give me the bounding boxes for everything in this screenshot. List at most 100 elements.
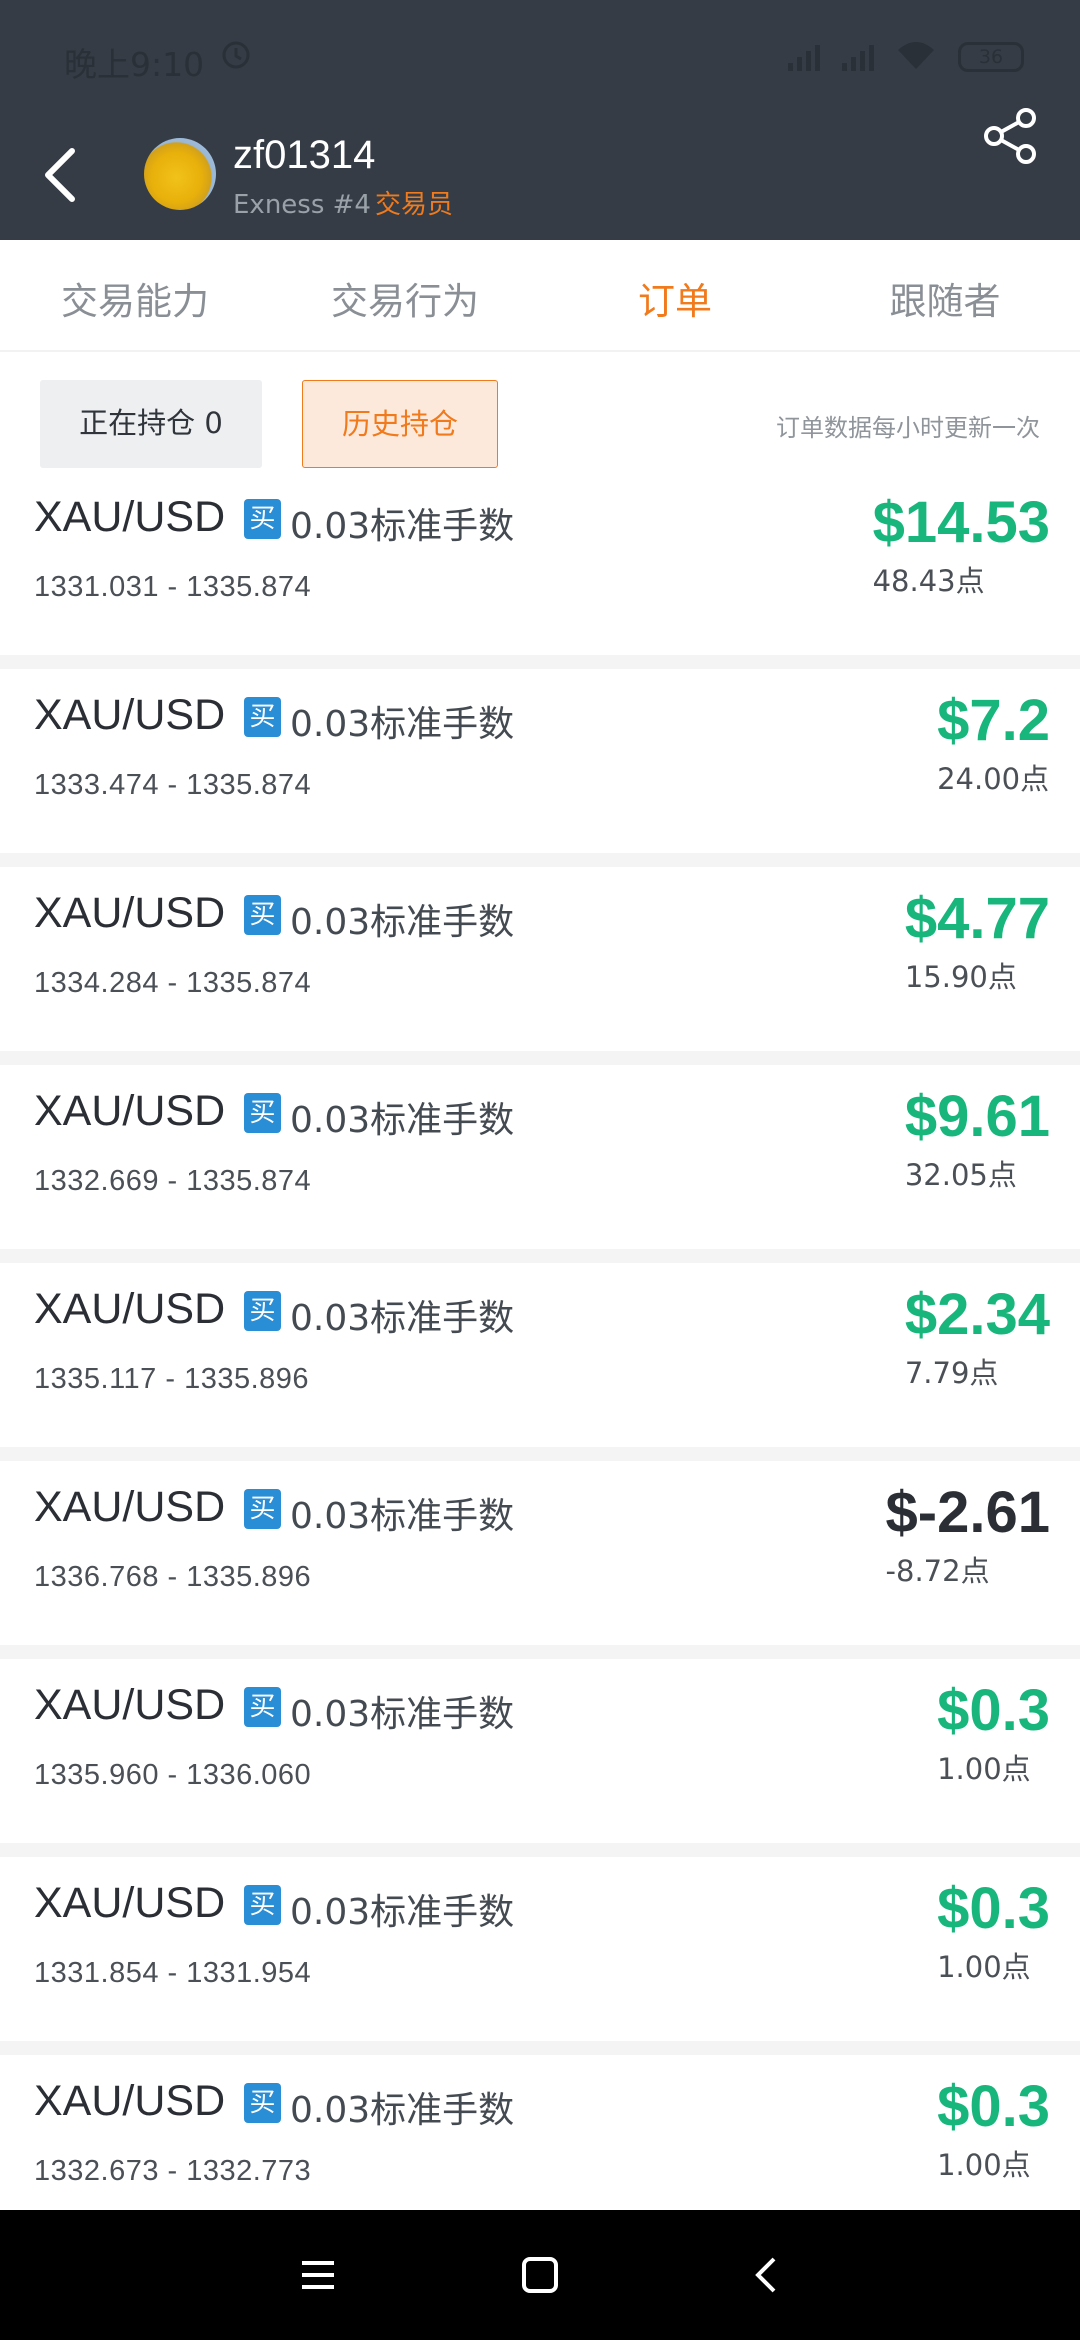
order-lots: 0.03标准手数: [290, 2090, 515, 2131]
order-lots: 0.03标准手数: [290, 1694, 515, 1735]
battery-icon: 36: [958, 42, 1024, 72]
buy-badge: 买: [244, 1291, 281, 1331]
order-symbol: XAU/USD: [34, 2077, 226, 2125]
order-lots: 0.03标准手数: [290, 1100, 515, 1141]
tab-orders[interactable]: 订单: [540, 252, 810, 350]
buy-badge: 买: [244, 1489, 281, 1529]
order-row[interactable]: XAU/USD 买 0.03标准手数 1332.669 - 1335.874 $9.61…: [0, 1065, 1080, 1249]
order-symbol: XAU/USD: [34, 691, 226, 739]
order-row[interactable]: XAU/USD 买 0.03标准手数 1331.031 - 1335.874 $14.5…: [0, 483, 1080, 655]
avatar[interactable]: [144, 138, 216, 210]
order-symbol: XAU/USD: [34, 1285, 226, 1333]
order-symbol: XAU/USD: [34, 1087, 226, 1135]
order-result: $9.61 32.05点: [905, 1083, 1050, 1194]
trader-name: zf01314: [233, 133, 376, 177]
order-points: 15.90点: [904, 960, 1017, 994]
status-time: 晚上9:10: [64, 45, 205, 84]
status-indicators: 36: [788, 40, 1024, 74]
order-profit: $0.3: [937, 1876, 1050, 1941]
order-profit: $9.61: [904, 1084, 1050, 1149]
status-bar: 晚上9:10 36: [0, 0, 1080, 110]
order-points: 48.43点: [872, 564, 985, 598]
order-row[interactable]: XAU/USD 买 0.03标准手数 1331.854 - 1331.954 $0.3 1…: [0, 1857, 1080, 2041]
order-lots: 0.03标准手数: [290, 704, 515, 745]
open-positions-button[interactable]: 正在持仓 0: [40, 380, 262, 468]
order-profit: $-2.61: [885, 1480, 1050, 1545]
profile-tabs: 交易能力 交易行为 订单 跟随者: [0, 252, 1080, 352]
tab-trading-ability[interactable]: 交易能力: [0, 252, 270, 350]
order-prices: 1334.284 - 1335.874: [34, 967, 312, 999]
buy-badge: 买: [244, 1093, 281, 1133]
wifi-icon: [896, 40, 936, 74]
order-result: $4.77 15.90点: [905, 885, 1050, 996]
order-row[interactable]: XAU/USD 买 0.03标准手数 1334.284 - 1335.874 $4.77…: [0, 867, 1080, 1051]
order-row[interactable]: XAU/USD 买 0.03标准手数 1333.474 - 1335.874 $7.2 2…: [0, 669, 1080, 853]
back-arrow-icon: [755, 2257, 776, 2293]
system-back-button[interactable]: [738, 2245, 798, 2305]
order-points: -8.72点: [885, 1554, 990, 1588]
order-profit: $0.3: [937, 1678, 1050, 1743]
order-points: 7.79点: [904, 1356, 999, 1390]
order-profit: $4.77: [904, 886, 1050, 951]
order-profit: $0.3: [937, 2074, 1050, 2139]
menu-icon: [302, 2261, 334, 2289]
menu-button[interactable]: [288, 2245, 348, 2305]
order-profit: $2.34: [904, 1282, 1050, 1347]
order-prices: 1336.768 - 1335.896: [34, 1561, 312, 1593]
order-row[interactable]: XAU/USD 买 0.03标准手数 1335.117 - 1335.896 $2.34…: [0, 1263, 1080, 1447]
order-points: 1.00点: [937, 1950, 1031, 1984]
order-prices: 1332.669 - 1335.874: [34, 1165, 312, 1197]
buy-badge: 买: [244, 1885, 281, 1925]
trader-subtitle: Exness #4 交易员: [233, 184, 453, 221]
order-prices: 1331.031 - 1335.874: [34, 571, 312, 603]
order-points: 32.05点: [904, 1158, 1017, 1192]
order-result: $0.3 1.00点: [937, 1875, 1050, 1986]
order-result: $7.2 24.00点: [937, 687, 1050, 798]
history-positions-button[interactable]: 历史持仓: [302, 380, 498, 468]
tab-trading-behavior[interactable]: 交易行为: [270, 252, 540, 350]
order-points: 1.00点: [937, 1752, 1031, 1786]
order-lots: 0.03标准手数: [290, 1298, 515, 1339]
order-lots: 0.03标准手数: [290, 1496, 515, 1537]
order-result: $0.3 1.00点: [937, 2073, 1050, 2184]
role-label: 交易员: [374, 190, 453, 220]
app-header: 晚上9:10 36 zf01314 Exness #4 交易员: [0, 0, 1080, 240]
order-symbol: XAU/USD: [34, 1483, 226, 1531]
share-icon: [984, 108, 1036, 164]
signal-icon-2: [842, 43, 874, 71]
order-profit: $7.2: [937, 688, 1050, 753]
order-filters: 正在持仓 0 历史持仓 订单数据每小时更新一次: [0, 355, 1080, 483]
order-row[interactable]: XAU/USD 买 0.03标准手数 1335.960 - 1336.060 $0.3 1…: [0, 1659, 1080, 1843]
order-symbol: XAU/USD: [34, 493, 226, 541]
order-prices: 1335.117 - 1335.896: [34, 1363, 310, 1395]
buy-badge: 买: [244, 697, 281, 737]
share-button[interactable]: [978, 104, 1042, 168]
order-lots: 0.03标准手数: [290, 902, 515, 943]
order-list[interactable]: XAU/USD 买 0.03标准手数 1331.031 - 1335.874 $14.5…: [0, 483, 1080, 2210]
order-row[interactable]: XAU/USD 买 0.03标准手数 1332.673 - 1332.773 $0.3 1…: [0, 2055, 1080, 2210]
alarm-icon: [218, 36, 254, 76]
order-prices: 1335.960 - 1336.060: [34, 1759, 312, 1791]
order-prices: 1332.673 - 1332.773: [34, 2155, 312, 2187]
order-row[interactable]: XAU/USD 买 0.03标准手数 1336.768 - 1335.896 $-2.6…: [0, 1461, 1080, 1645]
buy-badge: 买: [244, 2083, 281, 2123]
buy-badge: 买: [244, 895, 281, 935]
order-points: 24.00点: [937, 762, 1050, 796]
buy-badge: 买: [244, 499, 281, 539]
order-result: $14.53 48.43点: [873, 489, 1050, 600]
signal-icon: [788, 43, 820, 71]
tab-followers[interactable]: 跟随者: [810, 252, 1080, 350]
system-nav-bar: [0, 2210, 1080, 2340]
update-note: 订单数据每小时更新一次: [776, 414, 1040, 442]
back-button[interactable]: [30, 140, 90, 210]
order-lots: 0.03标准手数: [290, 506, 515, 547]
order-profit: $14.53: [872, 490, 1050, 555]
order-prices: 1333.474 - 1335.874: [34, 769, 312, 801]
buy-badge: 买: [244, 1687, 281, 1727]
home-button[interactable]: [510, 2245, 570, 2305]
order-symbol: XAU/USD: [34, 889, 226, 937]
chevron-left-icon: [45, 148, 75, 202]
order-prices: 1331.854 - 1331.954: [34, 1957, 312, 1989]
home-icon: [522, 2257, 558, 2293]
order-symbol: XAU/USD: [34, 1879, 226, 1927]
